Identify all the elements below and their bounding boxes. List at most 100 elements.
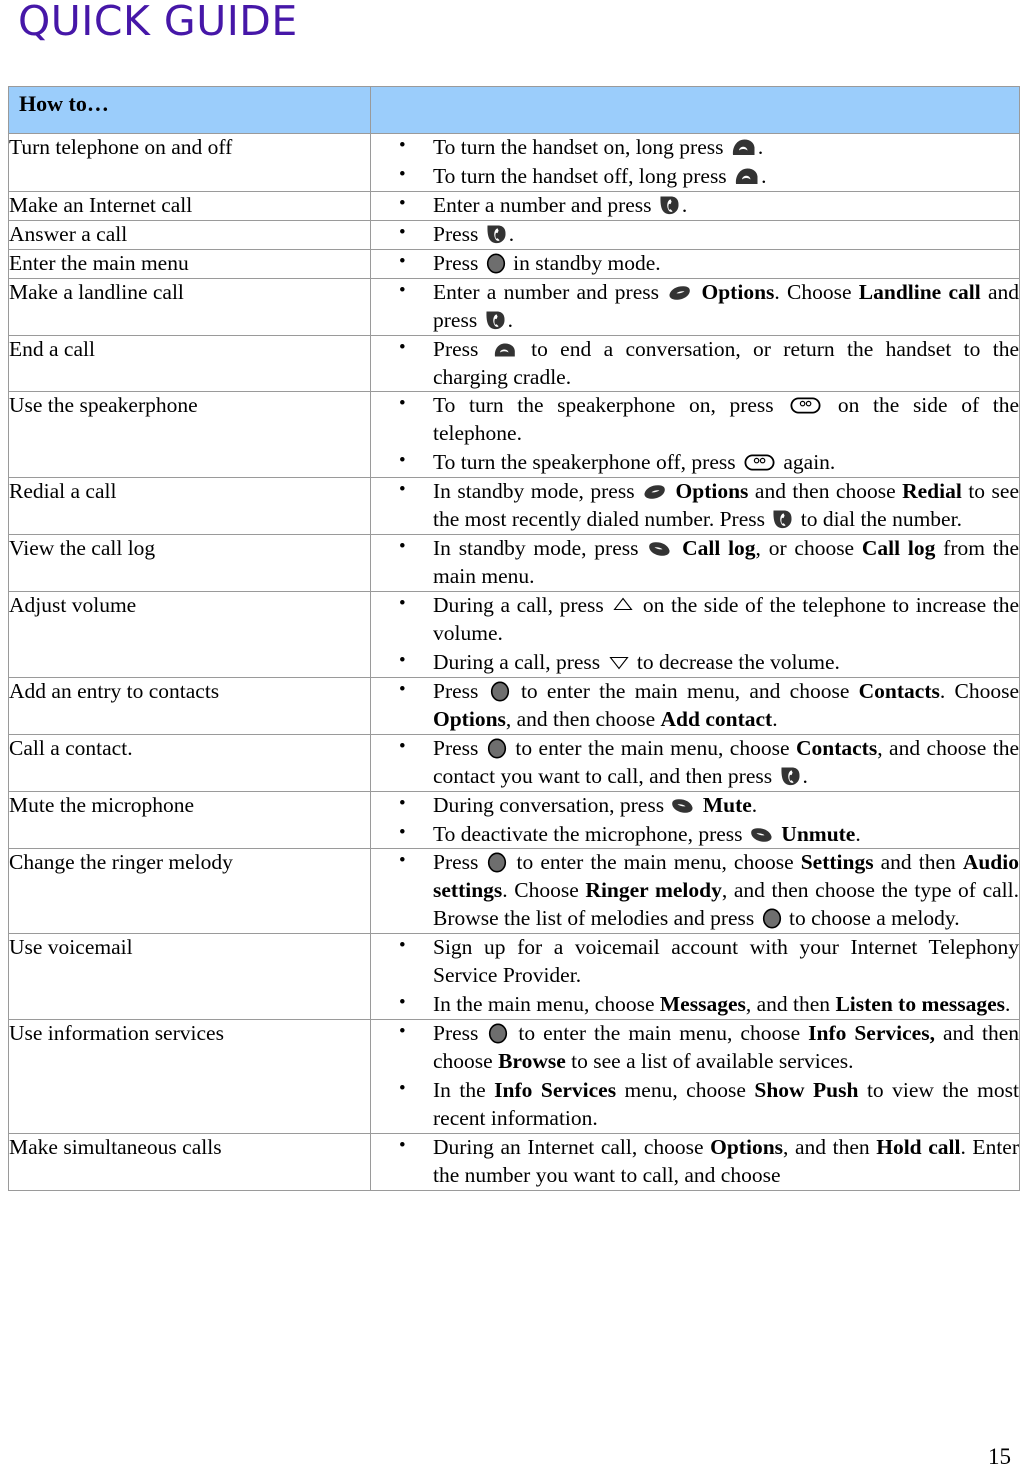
steps-list: Enter a number and press . <box>371 191 1019 220</box>
steps-list: During an Internet call, choose Options,… <box>371 1133 1019 1190</box>
task-label: Mute the microphone <box>8 790 371 850</box>
list-item: To turn the speakerphone on, press on th… <box>371 391 1019 448</box>
ok-key-icon <box>487 738 507 759</box>
quick-guide-table: How to… Turn telephone on and off To tur… <box>8 86 1020 1191</box>
end-call-key-icon <box>734 167 759 186</box>
volume-down-key-icon <box>608 656 629 670</box>
table-row: Redial a call In standby mode, press Opt… <box>8 477 1020 536</box>
list-item: Press to enter the main menu, choose Inf… <box>371 1019 1019 1076</box>
task-label: End a call <box>8 334 371 393</box>
page-title: QUICK GUIDE <box>18 0 298 45</box>
steps-cell: Sign up for a voicemail account with you… <box>370 933 1020 1021</box>
table-row: Make a landline call Enter a number and … <box>8 277 1020 336</box>
left-softkey-icon <box>643 484 666 500</box>
steps-cell: Press in standby mode. <box>370 248 1020 279</box>
ok-key-icon <box>762 908 782 929</box>
table-header-row: How to… <box>8 86 1020 134</box>
call-key-icon <box>485 310 506 331</box>
table-row: Turn telephone on and off To turn the ha… <box>8 133 1020 192</box>
right-softkey-icon <box>648 541 671 557</box>
ok-key-icon <box>487 852 507 873</box>
speakerphone-key-icon <box>790 397 821 414</box>
steps-cell: Press . <box>370 219 1020 250</box>
table-row: End a call Press to end a conversation, … <box>8 334 1020 393</box>
task-label: Make a landline call <box>8 277 371 336</box>
list-item: Sign up for a voicemail account with you… <box>371 933 1019 990</box>
steps-cell: To turn the handset on, long press . To … <box>370 133 1020 192</box>
column-header-how-to: How to… <box>8 86 371 134</box>
end-call-key-icon <box>493 342 516 358</box>
steps-list: Press to enter the main menu, choose Inf… <box>371 1019 1019 1133</box>
page-number: 15 <box>988 1444 1011 1469</box>
call-key-icon <box>780 766 801 787</box>
list-item: To turn the speakerphone off, press agai… <box>371 448 1019 477</box>
steps-list: To turn the handset on, long press . To … <box>371 133 1019 191</box>
document-page: QUICK GUIDE How to… Turn telephone on an… <box>0 0 1027 1476</box>
steps-list: In standby mode, press Call log, or choo… <box>371 534 1019 591</box>
end-call-key-icon <box>731 138 756 157</box>
steps-list: Press to end a conversation, or return t… <box>371 335 1019 392</box>
steps-cell: Press to end a conversation, or return t… <box>370 334 1020 393</box>
table-row: Enter the main menu Press in standby mod… <box>8 248 1020 279</box>
list-item: To turn the handset on, long press . <box>371 133 1019 162</box>
list-item: During a call, press to decrease the vol… <box>371 648 1019 677</box>
table-row: Answer a call Press . <box>8 219 1020 250</box>
steps-list: Press . <box>371 220 1019 249</box>
table-row: Add an entry to contacts Press to enter … <box>8 676 1020 735</box>
left-softkey-icon <box>668 285 691 301</box>
steps-cell: Enter a number and press Options. Choose… <box>370 277 1020 336</box>
task-label: View the call log <box>8 534 371 592</box>
table-row: Change the ringer melody Press to enter … <box>8 848 1020 935</box>
list-item: In standby mode, press Call log, or choo… <box>371 534 1019 591</box>
steps-cell: During a call, press on the side of the … <box>370 591 1020 678</box>
list-item: In the main menu, choose Messages, and t… <box>371 990 1019 1019</box>
ok-key-icon <box>490 681 510 702</box>
list-item: To turn the handset off, long press . <box>371 162 1019 191</box>
steps-cell: Enter a number and press . <box>370 190 1020 221</box>
table-row: View the call log In standby mode, press… <box>8 534 1020 592</box>
table-row: Use the speakerphone To turn the speaker… <box>8 391 1020 479</box>
task-label: Answer a call <box>8 219 371 250</box>
task-label: Call a contact. <box>8 733 371 792</box>
steps-cell: Press to enter the main menu, choose Inf… <box>370 1019 1020 1134</box>
steps-cell: During conversation, press Mute. To deac… <box>370 790 1020 850</box>
steps-cell: Press to enter the main menu, choose Con… <box>370 733 1020 792</box>
task-label: Adjust volume <box>8 591 371 678</box>
task-label: Change the ringer melody <box>8 848 371 935</box>
right-softkey-icon <box>671 798 694 814</box>
steps-list: Press to enter the main menu, and choose… <box>371 677 1019 734</box>
steps-cell: In standby mode, press Options and then … <box>370 477 1020 536</box>
steps-cell: In standby mode, press Call log, or choo… <box>370 534 1020 592</box>
ok-key-icon <box>486 253 506 274</box>
steps-list: Press to enter the main menu, choose Set… <box>371 848 1019 933</box>
volume-up-key-icon <box>613 597 633 611</box>
task-label: Add an entry to contacts <box>8 676 371 735</box>
call-key-icon <box>772 509 793 530</box>
steps-list: Sign up for a voicemail account with you… <box>371 933 1019 1019</box>
steps-list: To turn the speakerphone on, press on th… <box>371 391 1019 477</box>
steps-cell: Press to enter the main menu, choose Set… <box>370 848 1020 935</box>
steps-cell: Press to enter the main menu, and choose… <box>370 676 1020 735</box>
list-item: In the Info Services menu, choose Show P… <box>371 1076 1019 1133</box>
table-row: Use voicemail Sign up for a voicemail ac… <box>8 933 1020 1021</box>
task-label: Make an Internet call <box>8 190 371 221</box>
table-row: Adjust volume During a call, press on th… <box>8 591 1020 678</box>
task-label: Enter the main menu <box>8 248 371 279</box>
steps-list: During a call, press on the side of the … <box>371 591 1019 677</box>
list-item: Press to enter the main menu, choose Con… <box>371 734 1019 791</box>
steps-list: Enter a number and press Options. Choose… <box>371 278 1019 335</box>
task-label: Use information services <box>8 1019 371 1134</box>
list-item: During conversation, press Mute. <box>371 791 1019 820</box>
list-item: Press to enter the main menu, and choose… <box>371 677 1019 734</box>
list-item: Press to enter the main menu, choose Set… <box>371 848 1019 933</box>
call-key-icon <box>659 195 680 216</box>
column-header-steps <box>370 86 1020 134</box>
steps-list: In standby mode, press Options and then … <box>371 477 1019 534</box>
steps-list: During conversation, press Mute. To deac… <box>371 791 1019 849</box>
table-row: Make an Internet call Enter a number and… <box>8 190 1020 221</box>
task-label: Use the speakerphone <box>8 391 371 479</box>
task-label: Use voicemail <box>8 933 371 1021</box>
table-row: Call a contact. Press to enter the main … <box>8 733 1020 792</box>
list-item: Enter a number and press Options. Choose… <box>371 278 1019 335</box>
steps-list: Press to enter the main menu, choose Con… <box>371 734 1019 791</box>
